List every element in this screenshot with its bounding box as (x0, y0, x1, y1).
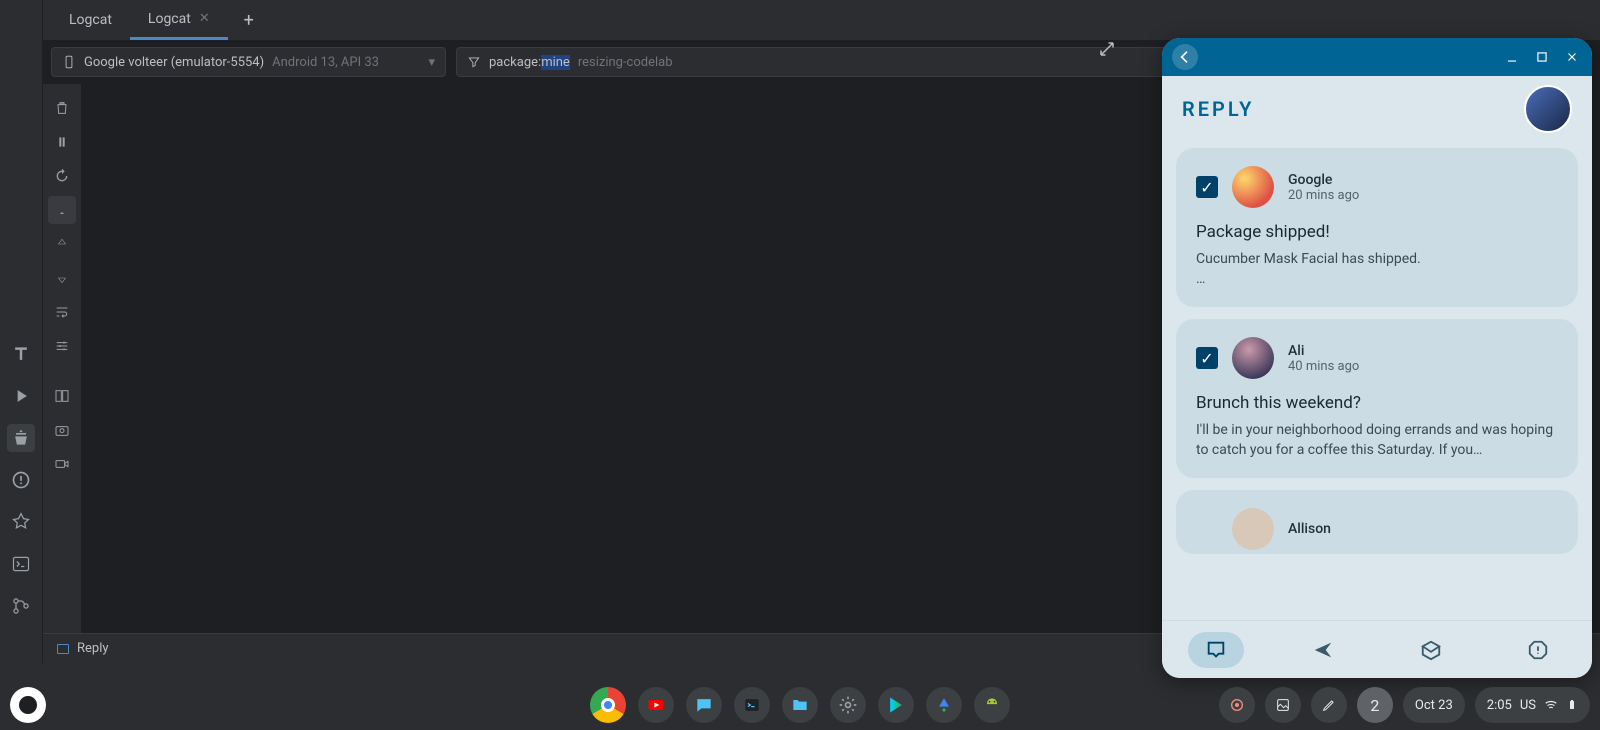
record-tray-icon[interactable] (1219, 687, 1255, 723)
split-button[interactable] (48, 382, 76, 410)
youtube-app-icon[interactable] (638, 687, 674, 723)
vcs-tool-icon[interactable] (7, 592, 35, 620)
sender-name: Ali (1288, 343, 1359, 359)
left-tool-rail (0, 0, 43, 663)
logcat-tabs: Logcat Logcat ✕ + (43, 0, 1600, 40)
email-body: Cucumber Mask Facial has shipped. … (1196, 250, 1558, 289)
screenshot-button[interactable] (48, 416, 76, 444)
notification-badge[interactable]: 2 (1357, 687, 1393, 723)
run-tool-icon[interactable] (7, 382, 35, 410)
battery-icon (1566, 698, 1578, 712)
text-tool-icon[interactable] (7, 340, 35, 368)
emulator-panel: REPLY ✓ Google 20 mins ago Package shipp… (1162, 38, 1592, 678)
sender-name: Allison (1288, 521, 1331, 537)
system-tray: 2 Oct 23 2:05 US (1219, 687, 1590, 723)
app-quality-tool-icon[interactable] (7, 508, 35, 536)
bottom-nav (1162, 620, 1592, 678)
app-header: REPLY (1162, 76, 1592, 142)
pause-log-button[interactable] (48, 128, 76, 156)
logcat-side-tools (43, 84, 81, 633)
screenshot-tray-icon[interactable] (1265, 687, 1301, 723)
nav-spam[interactable] (1510, 632, 1566, 668)
app-title: REPLY (1182, 97, 1254, 121)
tab-label: Logcat (69, 12, 112, 28)
tab-logcat-2[interactable]: Logcat ✕ (130, 0, 228, 40)
clear-log-button[interactable] (48, 94, 76, 122)
checkbox-icon[interactable]: ✓ (1196, 347, 1218, 369)
sender-avatar (1232, 166, 1274, 208)
tab-label: Logcat (148, 11, 191, 27)
pen-tray-icon[interactable] (1311, 687, 1347, 723)
date-pill[interactable]: Oct 23 (1403, 687, 1465, 723)
status-label: Reply (77, 641, 109, 656)
prev-button[interactable] (48, 230, 76, 258)
close-button[interactable] (1562, 47, 1582, 67)
android-studio-app-icon[interactable] (926, 687, 962, 723)
restart-log-button[interactable] (48, 162, 76, 190)
sender-name: Google (1288, 172, 1359, 188)
emulator-titlebar (1162, 38, 1592, 76)
os-taskbar: 2 Oct 23 2:05 US (0, 680, 1600, 730)
chevron-down-icon: ▾ (428, 55, 435, 70)
tab-logcat-1[interactable]: Logcat (51, 0, 130, 40)
sender-avatar (1232, 337, 1274, 379)
sent-time: 20 mins ago (1288, 188, 1359, 203)
wrap-button[interactable] (48, 298, 76, 326)
status-pill[interactable]: 2:05 US (1475, 687, 1590, 723)
profile-avatar[interactable] (1524, 85, 1572, 133)
status-indicator-icon (57, 644, 69, 654)
back-button[interactable] (1172, 44, 1198, 70)
nav-drafts[interactable] (1403, 632, 1459, 668)
email-card[interactable]: ✓ Ali 40 mins ago Brunch this weekend? I… (1176, 319, 1578, 478)
device-hint: Android 13, API 33 (272, 55, 379, 70)
email-card[interactable]: ✓ Google 20 mins ago Package shipped! Cu… (1176, 148, 1578, 307)
nav-inbox[interactable] (1188, 632, 1244, 668)
maximize-button[interactable] (1532, 47, 1552, 67)
play-store-app-icon[interactable] (878, 687, 914, 723)
android-app-icon[interactable] (974, 687, 1010, 723)
settings-app-icon[interactable] (830, 687, 866, 723)
email-subject: Brunch this weekend? (1196, 393, 1558, 413)
filter-icon (467, 55, 481, 69)
settings-button[interactable] (48, 332, 76, 360)
device-selector[interactable]: Google volteer (emulator-5554) Android 1… (51, 47, 446, 77)
email-list[interactable]: ✓ Google 20 mins ago Package shipped! Cu… (1162, 142, 1592, 620)
terminal-app-icon[interactable] (734, 687, 770, 723)
messages-app-icon[interactable] (686, 687, 722, 723)
logcat-tool-icon[interactable] (7, 424, 35, 452)
filter-package: package:mine (489, 55, 570, 70)
checkbox-icon[interactable]: ✓ (1196, 176, 1218, 198)
next-button[interactable] (48, 264, 76, 292)
terminal-tool-icon[interactable] (7, 550, 35, 578)
launcher-button[interactable] (10, 687, 46, 723)
sender-avatar (1232, 508, 1274, 550)
close-icon[interactable]: ✕ (199, 11, 210, 26)
filter-query: resizing-codelab (578, 55, 673, 70)
add-tab-button[interactable]: + (234, 5, 264, 35)
resize-handle-icon[interactable] (1098, 40, 1116, 62)
email-body: I'll be in your neighborhood doing erran… (1196, 421, 1558, 460)
sent-time: 40 mins ago (1288, 359, 1359, 374)
minimize-button[interactable] (1502, 47, 1522, 67)
problems-tool-icon[interactable] (7, 466, 35, 494)
email-card[interactable]: Allison (1176, 490, 1578, 554)
chrome-app-icon[interactable] (590, 687, 626, 723)
files-app-icon[interactable] (782, 687, 818, 723)
wifi-icon (1544, 698, 1558, 712)
scroll-end-button[interactable] (48, 196, 76, 224)
nav-sent[interactable] (1295, 632, 1351, 668)
email-subject: Package shipped! (1196, 222, 1558, 242)
phone-icon (62, 55, 76, 69)
taskbar-apps (590, 687, 1010, 723)
record-button[interactable] (48, 450, 76, 478)
device-name: Google volteer (emulator-5554) (84, 55, 264, 70)
